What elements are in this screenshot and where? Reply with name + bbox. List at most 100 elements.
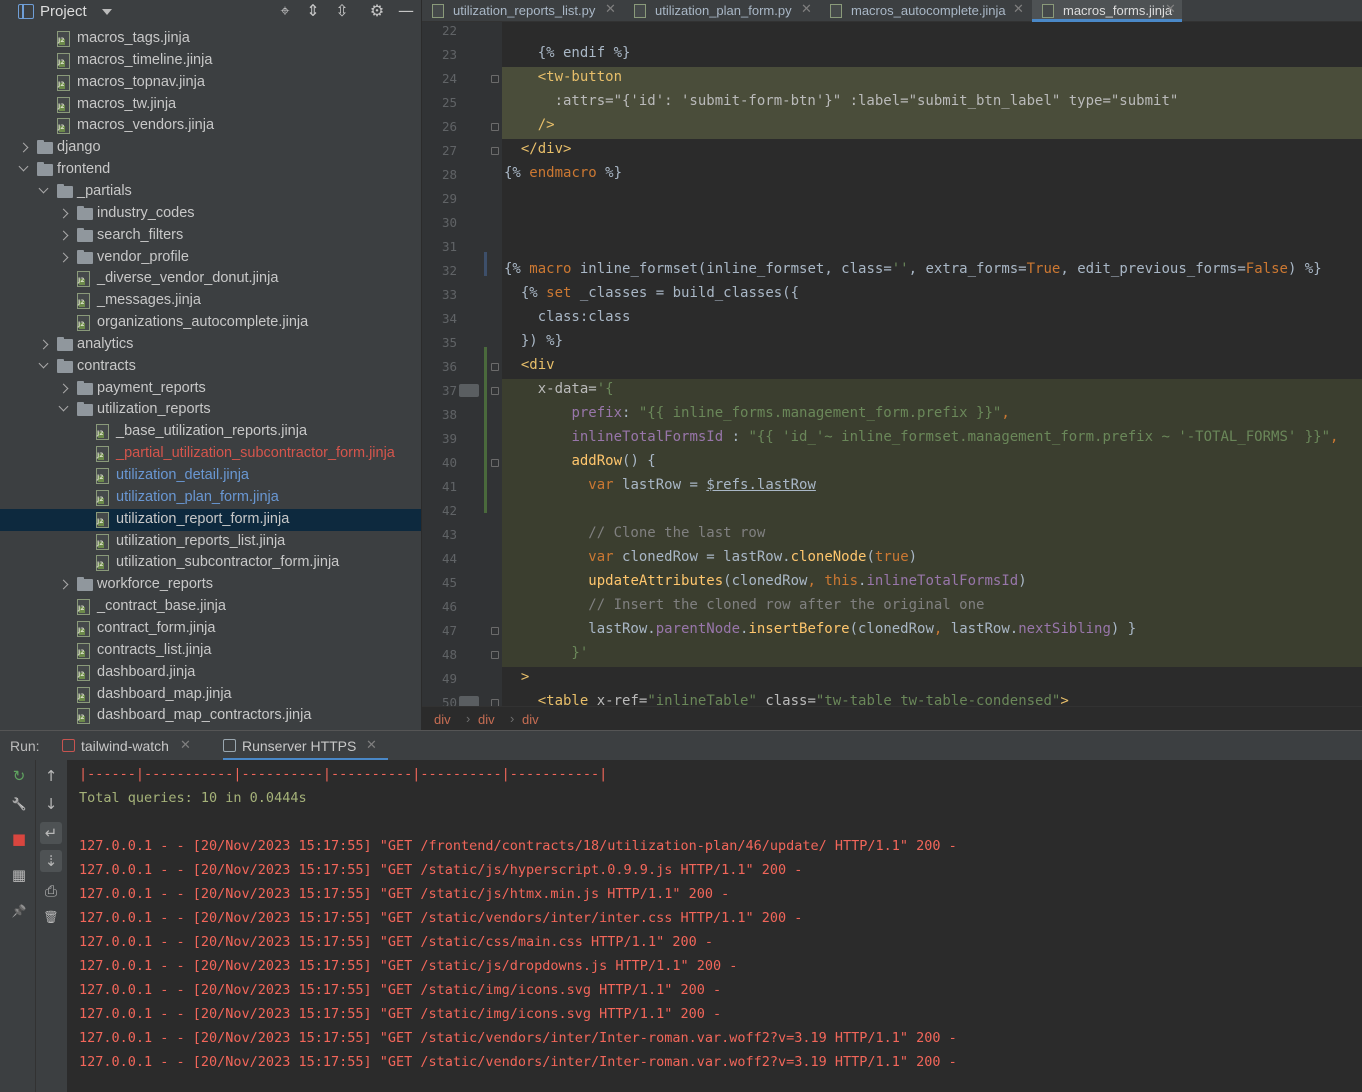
run-tab-runserver[interactable]: Runserver HTTPS ✕ bbox=[223, 731, 388, 761]
fold-icon[interactable] bbox=[491, 147, 499, 155]
close-icon[interactable]: ✕ bbox=[1165, 2, 1176, 17]
jinja-file-icon bbox=[77, 271, 90, 288]
tree-file[interactable]: _base_utilization_reports.jinja bbox=[0, 421, 421, 443]
rerun-icon[interactable]: ↻ bbox=[8, 765, 30, 787]
fold-icon[interactable] bbox=[491, 459, 499, 467]
run-tab-tailwind-watch[interactable]: tailwind-watch ✕ bbox=[62, 731, 202, 761]
gutter-badge-icon bbox=[459, 384, 479, 397]
chevron-down-icon[interactable] bbox=[58, 401, 69, 412]
fold-icon[interactable] bbox=[491, 387, 499, 395]
close-icon[interactable]: ✕ bbox=[801, 2, 812, 17]
collapse-all-icon[interactable]: ⇳ bbox=[333, 2, 351, 20]
close-icon[interactable]: ✕ bbox=[605, 2, 616, 17]
tree-file[interactable]: macros_vendors.jinja bbox=[0, 115, 421, 137]
chevron-down-icon[interactable] bbox=[18, 161, 29, 172]
fold-icon[interactable] bbox=[491, 123, 499, 131]
tree-folder[interactable]: django bbox=[0, 137, 421, 159]
chevron-right-icon[interactable] bbox=[38, 339, 49, 350]
tree-file[interactable]: _partial_utilization_subcontractor_form.… bbox=[0, 443, 421, 465]
wrench-icon[interactable]: 🔧 bbox=[8, 793, 30, 815]
chevron-right-icon[interactable] bbox=[58, 579, 69, 590]
code-token: :attrs="{'id': 'submit-form-btn'}" :labe… bbox=[504, 93, 1179, 109]
target-icon[interactable]: ⌖ bbox=[276, 2, 294, 20]
chevron-right-icon[interactable] bbox=[18, 142, 29, 153]
code-editor[interactable]: 22 23 24 25 26 27 28 29 30 31 32 33 34 35 36 37 38 39 40 41… bbox=[422, 22, 1362, 706]
tree-folder[interactable]: industry_codes bbox=[0, 203, 421, 225]
chevron-down-icon[interactable] bbox=[38, 358, 49, 369]
code-token: class= bbox=[756, 693, 816, 706]
scroll-to-end-icon[interactable]: ⇣ bbox=[40, 850, 62, 872]
console-output[interactable]: |------|-----------|----------|---------… bbox=[68, 760, 1362, 1092]
tree-file[interactable]: dashboard.jinja bbox=[0, 662, 421, 684]
chevron-right-icon[interactable] bbox=[58, 252, 69, 262]
tree-folder[interactable]: search_filters bbox=[0, 225, 421, 247]
tree-file[interactable]: utilization_detail.jinja bbox=[0, 465, 421, 487]
tree-file[interactable]: utilization_report_form.jinja bbox=[0, 508, 421, 531]
pin-icon[interactable]: 📌 bbox=[8, 900, 30, 922]
chevron-down-icon[interactable] bbox=[38, 183, 49, 194]
print-icon[interactable]: ⎙ bbox=[40, 880, 62, 902]
tree-file[interactable]: organizations_autocomplete.jinja bbox=[0, 312, 421, 334]
tree-folder[interactable]: workforce_reports bbox=[0, 574, 421, 596]
tree-file[interactable]: macros_tw.jinja bbox=[0, 94, 421, 116]
fold-icon[interactable] bbox=[491, 651, 499, 659]
tree-file[interactable]: macros_tags.jinja bbox=[0, 28, 421, 50]
tree-file[interactable]: utilization_reports_list.jinja bbox=[0, 531, 421, 553]
fold-icon[interactable] bbox=[491, 75, 499, 83]
line-number: 30 bbox=[441, 215, 457, 230]
expand-all-icon[interactable]: ⇕ bbox=[304, 2, 322, 20]
chevron-right-icon[interactable] bbox=[58, 383, 69, 394]
tree-file[interactable]: contracts_list.jinja bbox=[0, 640, 421, 662]
breadcrumb-item[interactable]: div bbox=[522, 712, 539, 727]
breadcrumb-item[interactable]: div bbox=[478, 712, 495, 727]
code-token: ) bbox=[908, 549, 918, 565]
fold-icon[interactable] bbox=[491, 699, 499, 706]
close-icon[interactable]: ✕ bbox=[180, 738, 191, 753]
down-icon[interactable]: ↓ bbox=[40, 793, 62, 815]
tab-macros-forms-jinja[interactable]: macros_forms.jinja ✕ bbox=[1032, 0, 1182, 22]
tree-folder[interactable]: analytics bbox=[0, 334, 421, 356]
chevron-right-icon[interactable] bbox=[58, 208, 69, 219]
tree-folder[interactable]: _partials bbox=[0, 181, 421, 203]
minimize-icon[interactable]: — bbox=[397, 2, 415, 20]
tree-file[interactable]: utilization_subcontractor_form.jinja bbox=[0, 552, 421, 574]
folder-icon bbox=[57, 183, 73, 198]
close-icon[interactable]: ✕ bbox=[366, 738, 377, 753]
tree-file[interactable]: macros_topnav.jinja bbox=[0, 72, 421, 94]
tree-file[interactable]: macros_timeline.jinja bbox=[0, 50, 421, 72]
project-view-selector[interactable]: Project bbox=[40, 3, 87, 20]
chevron-right-icon[interactable] bbox=[58, 230, 69, 241]
tree-file[interactable]: utilization_plan_form.jinja bbox=[0, 487, 421, 509]
layout-icon[interactable]: ▦ bbox=[8, 864, 30, 886]
up-icon[interactable]: ↑ bbox=[40, 765, 62, 787]
breadcrumb-item[interactable]: div bbox=[434, 712, 451, 727]
tab-utilization-reports-list-py[interactable]: utilization_reports_list.py ✕ bbox=[422, 0, 622, 22]
tree-file[interactable]: dashboard_map.jinja bbox=[0, 684, 421, 706]
stop-icon[interactable]: ■ bbox=[8, 828, 30, 850]
code-token: // Insert the cloned row after the origi… bbox=[504, 597, 985, 613]
chevron-down-icon[interactable] bbox=[102, 9, 112, 15]
fold-icon[interactable] bbox=[491, 363, 499, 371]
tree-folder[interactable]: vendor_profile bbox=[0, 247, 421, 269]
tree-folder[interactable]: frontend bbox=[0, 159, 421, 181]
trash-icon[interactable]: 🗑 bbox=[40, 906, 62, 928]
tree-folder[interactable]: contracts bbox=[0, 356, 421, 378]
tree-file[interactable]: _messages.jinja bbox=[0, 290, 421, 312]
tab-macros-autocomplete-jinja[interactable]: macros_autocomplete.jinja ✕ bbox=[820, 0, 1030, 22]
tree-folder[interactable]: payment_reports bbox=[0, 378, 421, 400]
jinja-file-icon bbox=[57, 96, 70, 113]
tree-file[interactable]: contract_form.jinja bbox=[0, 618, 421, 640]
code-token: , bbox=[807, 573, 825, 589]
fold-icon[interactable] bbox=[491, 627, 499, 635]
code-line: {% set _classes = build_classes({ bbox=[504, 285, 799, 305]
tab-utilization-plan-form-py[interactable]: utilization_plan_form.py ✕ bbox=[624, 0, 818, 22]
tree-file[interactable]: _diverse_vendor_donut.jinja bbox=[0, 268, 421, 290]
line-number: 27 bbox=[441, 143, 457, 158]
tree-file[interactable]: dashboard_map_contractors.jinja bbox=[0, 705, 421, 727]
tree-folder[interactable]: utilization_reports bbox=[0, 399, 421, 421]
soft-wrap-icon[interactable]: ↵ bbox=[40, 822, 62, 844]
gear-icon[interactable]: ⚙ bbox=[368, 2, 386, 20]
close-icon[interactable]: ✕ bbox=[1013, 2, 1024, 17]
tree-file[interactable]: _contract_base.jinja bbox=[0, 596, 421, 618]
